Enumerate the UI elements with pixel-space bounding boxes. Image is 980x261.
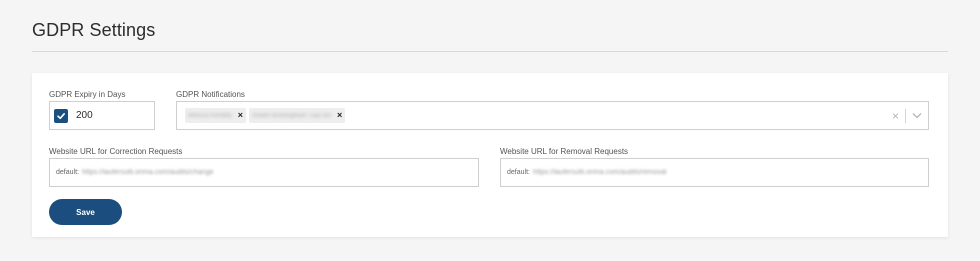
tag-label: Melissa Rondilla — [188, 112, 232, 119]
remove-tag-icon[interactable]: × — [238, 111, 243, 120]
save-button[interactable]: Save — [49, 199, 122, 225]
notifications-select[interactable]: Melissa Rondilla × Shawn Buckinghash Tua… — [176, 101, 929, 130]
removal-url-input[interactable]: default: https://laufersutti.orima.com/a… — [500, 158, 929, 187]
correction-url-label: Website URL for Correction Requests — [49, 147, 183, 156]
removal-url-label: Website URL for Removal Requests — [500, 147, 629, 156]
check-icon — [57, 112, 65, 119]
chevron-down-icon[interactable] — [912, 112, 922, 119]
notification-tag: Shawn Buckinghash Tuaz-ion × — [248, 108, 346, 123]
page-title: GDPR Settings — [32, 20, 156, 40]
settings-card: GDPR Expiry in Days 200 GDPR Notificatio… — [32, 73, 948, 237]
expiry-label: GDPR Expiry in Days — [49, 90, 126, 99]
select-separator — [905, 108, 906, 123]
expiry-field[interactable]: 200 — [49, 101, 155, 130]
correction-url-value: https://laufersutti.orima.com/audits/cha… — [81, 169, 214, 176]
expiry-input[interactable]: 200 — [76, 110, 93, 121]
removal-url-value: https://laufersutti.orima.com/audits/rem… — [532, 169, 667, 176]
correction-url-prefix: default: — [56, 169, 79, 176]
removal-url-prefix: default: — [507, 169, 530, 176]
correction-url-input[interactable]: default: https://laufersutti.orima.com/a… — [49, 158, 479, 187]
tag-label: Shawn Buckinghash Tuaz-ion — [251, 112, 332, 119]
clear-icon[interactable]: × — [892, 109, 899, 123]
notifications-label: GDPR Notifications — [176, 90, 245, 99]
expiry-checkbox[interactable] — [54, 108, 68, 123]
notification-tag: Melissa Rondilla × — [185, 108, 246, 123]
remove-tag-icon[interactable]: × — [337, 111, 342, 120]
title-divider — [32, 51, 948, 52]
